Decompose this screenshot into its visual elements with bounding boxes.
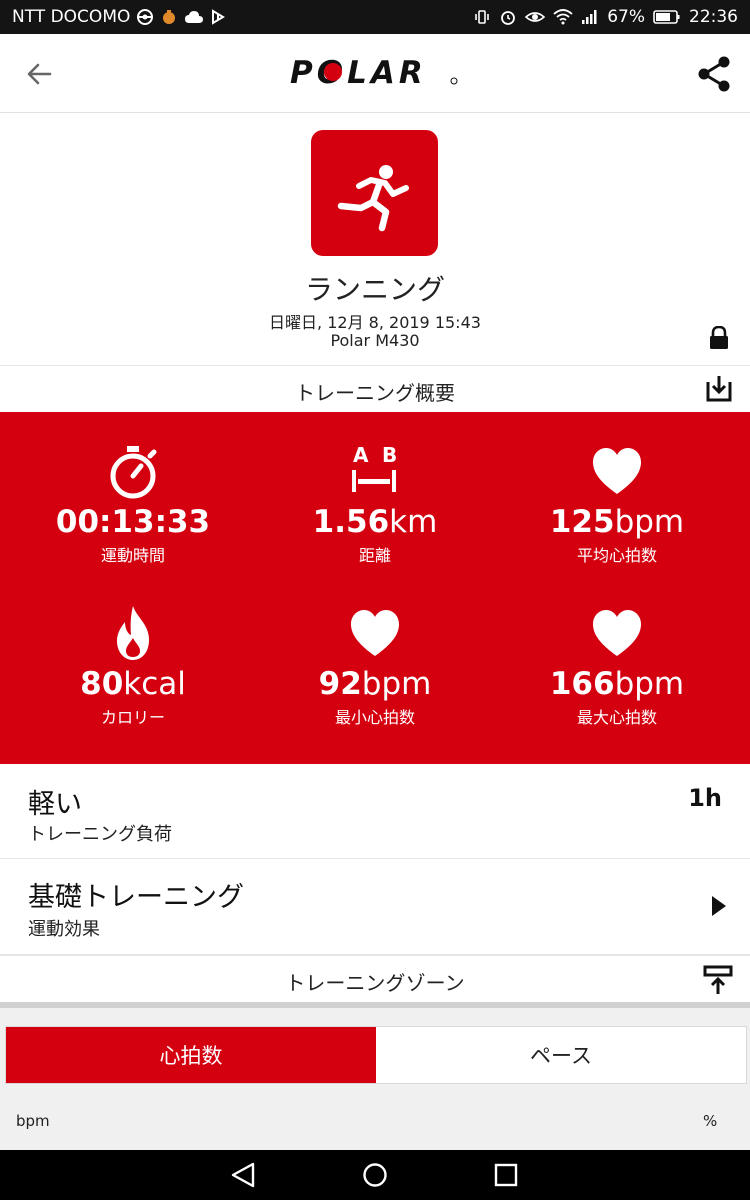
summary-title: トレーニング概要 <box>295 381 455 405</box>
play-arrow-icon[interactable] <box>710 895 728 917</box>
stat-average-heart-rate: 125bpm 平均心拍数 <box>492 442 742 566</box>
tab-pace[interactable]: ペース <box>376 1027 746 1083</box>
stat-duration: 00:13:33 運動時間 <box>8 442 258 566</box>
sport-name: ランニング <box>304 273 445 306</box>
pokeball-notification-icon <box>137 9 154 25</box>
avg-hr-unit: bpm <box>614 504 685 540</box>
max-hr-label: 最大心拍数 <box>576 708 657 727</box>
battery-percent: 67% <box>607 7 645 27</box>
heart-icon <box>593 448 641 494</box>
nav-home-icon[interactable] <box>362 1162 388 1188</box>
stat-distance: A B 1.56km 距離 <box>250 442 500 566</box>
export-icon[interactable] <box>704 374 734 404</box>
eye-comfort-icon <box>525 12 546 22</box>
distance-value: 1.56 <box>312 504 390 540</box>
avg-hr-label: 平均心拍数 <box>576 546 657 565</box>
stat-maximum-heart-rate: 166bpm 最大心拍数 <box>492 604 742 728</box>
heart-icon <box>593 610 641 656</box>
svg-text:A: A <box>353 443 369 467</box>
training-load-value: 軽い <box>28 789 82 820</box>
svg-text:B: B <box>382 443 397 467</box>
heart-icon <box>351 610 399 656</box>
stat-calories: 80kcal カロリー <box>8 604 258 728</box>
status-bar: NTT DOCOMO 67% 22:36 <box>0 0 750 34</box>
avg-hr-value: 125 <box>549 504 615 540</box>
recovery-time: 1h <box>688 784 722 812</box>
device-name: Polar M430 <box>330 331 420 350</box>
bpm-axis-label: bpm <box>16 1112 50 1130</box>
min-hr-value: 92 <box>318 666 362 702</box>
distance-label: 距離 <box>358 546 391 565</box>
stopwatch-icon <box>110 446 157 499</box>
share-icon[interactable] <box>694 54 734 94</box>
app-bar: POLAR <box>0 34 750 113</box>
collapse-icon[interactable] <box>702 964 734 996</box>
summary-panel: 00:13:33 運動時間 A B 1.56km 距離 125bpm 平均心拍数… <box>0 412 750 764</box>
calories-unit: kcal <box>123 666 186 702</box>
distance-ab-icon: A B <box>352 443 397 492</box>
vibrate-icon <box>475 10 490 24</box>
min-hr-unit: bpm <box>361 666 432 702</box>
running-sport-icon <box>311 130 438 256</box>
percent-axis-label: % <box>703 1112 718 1130</box>
training-load-row[interactable]: 軽い トレーニング負荷 1h <box>0 764 750 859</box>
max-hr-value: 166 <box>549 666 615 702</box>
calories-label: カロリー <box>100 708 165 727</box>
alarm-icon <box>501 11 516 25</box>
lock-icon[interactable] <box>708 326 730 350</box>
cloud-notification-icon <box>185 11 204 23</box>
summary-section-header: トレーニング概要 <box>0 365 750 412</box>
min-hr-label: 最小心拍数 <box>334 708 415 727</box>
signal-icon <box>582 10 597 24</box>
duration-value: 00:13:33 <box>55 504 211 540</box>
back-arrow-icon[interactable] <box>20 54 60 94</box>
tab-heart-rate[interactable]: 心拍数 <box>6 1027 376 1083</box>
zone-tabs: 心拍数 ペース <box>5 1026 747 1084</box>
zones-divider <box>0 1002 750 1008</box>
media-notification-icon <box>212 9 226 25</box>
max-hr-unit: bpm <box>614 666 685 702</box>
distance-unit: km <box>389 504 438 540</box>
training-benefit-label: 運動効果 <box>28 919 100 940</box>
navigation-bar <box>0 1150 750 1200</box>
flame-icon <box>117 606 149 660</box>
carrier-name: NTT DOCOMO <box>12 7 131 27</box>
training-load-label: トレーニング負荷 <box>28 824 172 845</box>
battery-icon <box>653 10 680 24</box>
zones-title: トレーニングゾーン <box>285 971 465 995</box>
polar-logo: POLAR <box>290 55 460 91</box>
training-benefit-value: 基礎トレーニング <box>28 882 244 913</box>
logo-text: POLAR <box>290 56 427 90</box>
wifi-icon <box>553 9 573 25</box>
app-notification-icon <box>163 10 176 24</box>
nav-back-icon[interactable] <box>229 1162 257 1188</box>
zones-section-header: トレーニングゾーン <box>0 955 750 1002</box>
stat-minimum-heart-rate: 92bpm 最小心拍数 <box>250 604 500 728</box>
calories-value: 80 <box>80 666 124 702</box>
clock: 22:36 <box>689 7 738 27</box>
training-benefit-row[interactable]: 基礎トレーニング 運動効果 <box>0 859 750 955</box>
nav-recents-icon[interactable] <box>494 1163 518 1187</box>
duration-label: 運動時間 <box>100 546 165 565</box>
session-datetime: 日曜日, 12月 8, 2019 15:43 <box>269 313 481 332</box>
